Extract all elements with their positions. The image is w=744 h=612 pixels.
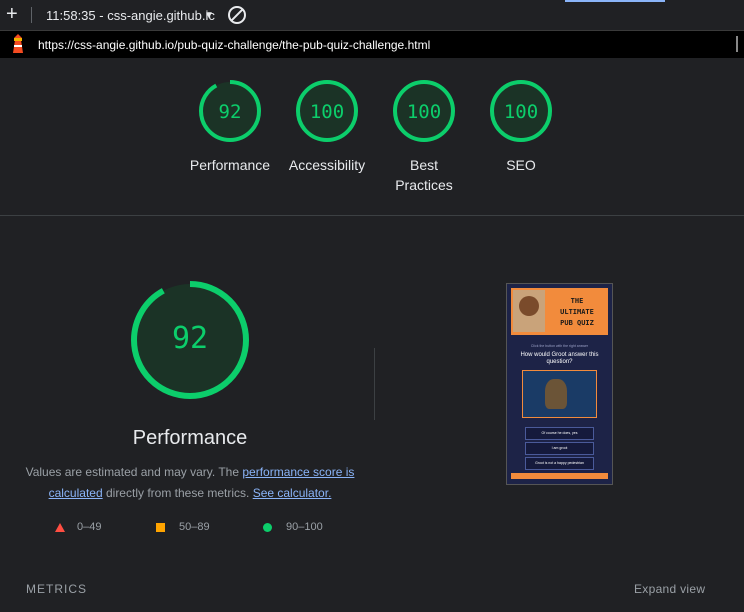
- report-tab-title[interactable]: 11:58:35 - css-angie.github.ic: [46, 8, 215, 23]
- screenshot-option: Groot is not a happy pedestrian: [525, 457, 594, 470]
- url-bar: https://css-angie.github.io/pub-quiz-cha…: [0, 31, 744, 58]
- gauge-score: 100: [503, 101, 539, 123]
- see-calculator-link[interactable]: See calculator.: [253, 486, 332, 500]
- gauge-label: Best Practices: [395, 157, 453, 193]
- page-url-link[interactable]: https://css-angie.github.io/pub-quiz-cha…: [38, 38, 430, 52]
- browser-toolbar: + 11:58:35 - css-angie.github.ic ▼: [0, 0, 744, 31]
- screenshot-instruction: Click the button with the right answer: [530, 344, 589, 348]
- screenshot-header: THE ULTIMATE PUB QUIZ: [511, 288, 608, 335]
- gauge-label: Performance: [189, 157, 271, 173]
- screenshot-title-line: ULTIMATE: [560, 308, 594, 316]
- gauge-best-practices[interactable]: 100 Best Practices: [379, 79, 469, 195]
- screenshot-title-line: THE: [570, 297, 584, 305]
- final-screenshot[interactable]: THE ULTIMATE PUB QUIZ Click the button w…: [506, 283, 613, 485]
- legend-range: 50–89: [179, 521, 210, 533]
- gauge-label: Accessibility: [288, 157, 366, 173]
- screenshot-title-line: PUB QUIZ: [560, 319, 594, 327]
- screenshot-option: Of course he does, yes: [525, 427, 594, 440]
- legend-range: 0–49: [77, 521, 102, 533]
- performance-description: Values are estimated and may vary. The p…: [20, 462, 360, 504]
- gauge-score: 92: [218, 101, 242, 123]
- gauge-accessibility[interactable]: 100 Accessibility: [282, 79, 372, 175]
- legend-average: 50–89: [156, 521, 210, 533]
- active-tab-indicator: [565, 0, 665, 2]
- pass-circle-icon: [263, 522, 272, 532]
- desc-text: Values are estimated and may vary. The: [25, 465, 243, 479]
- performance-score: 92: [171, 321, 209, 356]
- section-divider: [0, 215, 744, 216]
- gauge-score: 100: [309, 101, 345, 123]
- screenshot-groot-image: [522, 370, 597, 418]
- chevron-down-icon[interactable]: ▼: [204, 10, 214, 21]
- average-square-icon: [156, 522, 165, 532]
- gauge-seo[interactable]: 100 SEO: [476, 79, 566, 175]
- legend-pass: 90–100: [263, 521, 323, 533]
- new-tab-icon[interactable]: +: [6, 4, 18, 24]
- expand-view-button[interactable]: Expand view: [634, 582, 705, 596]
- category-gauges: 92 Performance 100 Accessibility 100 Bes…: [0, 79, 744, 199]
- gauge-performance[interactable]: 92 Performance: [185, 79, 275, 175]
- screenshot-question: How would Groot answer this question?: [520, 352, 599, 365]
- block-icon[interactable]: [228, 6, 246, 24]
- desc-text: directly from these metrics.: [102, 486, 253, 500]
- screenshot-photo: [513, 290, 545, 332]
- screenshot-title: THE ULTIMATE PUB QUIZ: [547, 296, 607, 329]
- screenshot-footer: [511, 473, 608, 479]
- legend-range: 90–100: [286, 521, 323, 533]
- gauge-label: SEO: [506, 157, 536, 173]
- legend-fail: 0–49: [55, 521, 101, 533]
- gauge-score: 100: [406, 101, 442, 123]
- toolbar-separator: [31, 7, 32, 23]
- metrics-heading: METRICS: [26, 582, 87, 596]
- scroll-edge: [736, 36, 744, 52]
- lighthouse-icon: [13, 34, 23, 53]
- vertical-divider: [374, 348, 375, 420]
- performance-title: Performance: [132, 427, 248, 449]
- fail-triangle-icon: [55, 522, 65, 532]
- screenshot-option: I am groot: [525, 442, 594, 455]
